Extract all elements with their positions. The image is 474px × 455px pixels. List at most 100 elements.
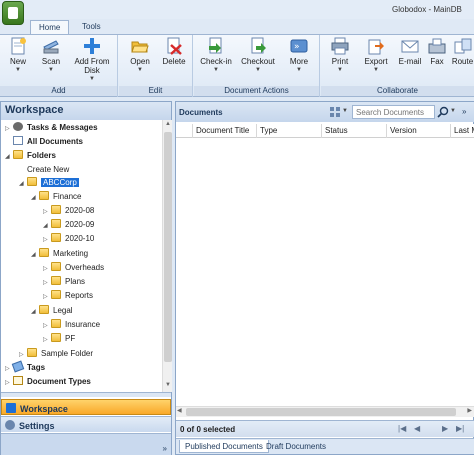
scroll-left-icon[interactable]: ◀ bbox=[177, 407, 182, 414]
group-collaborate: Print ▼ Export ▼ E-mail Fax Route Collab… bbox=[321, 35, 474, 97]
add-from-disk-button[interactable]: Add From Disk ▼ bbox=[70, 37, 114, 84]
tab-draft-documents[interactable]: Draft Documents bbox=[261, 440, 331, 453]
tree-item-marketing[interactable]: ◢ Marketing bbox=[31, 247, 88, 260]
open-button[interactable]: Open ▼ bbox=[125, 37, 155, 75]
tree-item-all-documents[interactable]: All Documents bbox=[13, 135, 83, 148]
tree-item-label: All Documents bbox=[27, 137, 84, 146]
tree-item-plans[interactable]: ▷ Plans bbox=[43, 275, 85, 288]
status-bar: 0 of 0 selected |◀ ◀ ▶ ▶| bbox=[176, 420, 474, 437]
tree-item-document-types[interactable]: ▷ Document Types bbox=[5, 375, 91, 388]
tree-item-folders[interactable]: ◢ Folders bbox=[5, 149, 56, 162]
expand-icon[interactable]: ▷ bbox=[5, 377, 13, 390]
first-page-icon[interactable]: |◀ bbox=[398, 424, 406, 433]
chevron-down-icon: ▼ bbox=[15, 67, 21, 73]
tab-published-documents[interactable]: Published Documents bbox=[179, 440, 269, 453]
scroll-up-icon[interactable]: ▲ bbox=[164, 121, 172, 130]
tree-item-insurance[interactable]: ▷ Insurance bbox=[43, 318, 100, 331]
tree-item-overheads[interactable]: ▷ Overheads bbox=[43, 261, 104, 274]
tag-icon bbox=[11, 360, 25, 373]
scrollbar-thumb[interactable] bbox=[164, 132, 172, 362]
check-in-button[interactable]: Check-in ▼ bbox=[198, 37, 234, 75]
expand-icon[interactable]: ▷ bbox=[5, 123, 13, 136]
expand-icon[interactable]: ▷ bbox=[43, 291, 51, 304]
tree-item-label: 2020-08 bbox=[65, 206, 95, 215]
more-button[interactable]: » More ▼ bbox=[284, 37, 314, 75]
tree-item-legal[interactable]: ◢ Legal bbox=[31, 304, 73, 317]
tree-item-label: Tags bbox=[27, 363, 46, 372]
horizontal-scrollbar[interactable]: ◀ ▶ bbox=[176, 406, 474, 417]
collapse-icon[interactable]: ◢ bbox=[31, 249, 39, 262]
panel-splitter[interactable] bbox=[1, 392, 171, 397]
route-button[interactable]: Route bbox=[451, 37, 474, 66]
print-button[interactable]: Print ▼ bbox=[325, 37, 355, 75]
fax-button[interactable]: Fax bbox=[426, 37, 448, 66]
nav-workspace-button[interactable]: Workspace bbox=[1, 399, 171, 415]
tree-item-finance[interactable]: ◢ Finance bbox=[31, 190, 81, 203]
previous-page-icon[interactable]: ◀ bbox=[414, 424, 420, 433]
search-input[interactable] bbox=[352, 105, 435, 119]
scrollbar-thumb[interactable] bbox=[186, 408, 456, 416]
tree-item-sample-folder[interactable]: ▷ Sample Folder bbox=[19, 347, 93, 360]
tree-item-label: Folders bbox=[27, 151, 56, 160]
tab-tools[interactable]: Tools bbox=[74, 20, 109, 34]
folder-icon bbox=[51, 290, 61, 299]
tree-item-2020-09[interactable]: ◢ 2020-09 bbox=[43, 218, 94, 231]
export-button[interactable]: Export ▼ bbox=[359, 37, 393, 75]
expand-icon[interactable]: ▷ bbox=[43, 234, 51, 247]
tree-item-tags[interactable]: ▷ Tags bbox=[5, 360, 46, 374]
document-tabs: Published Documents Draft Documents bbox=[176, 438, 474, 454]
last-page-icon[interactable]: ▶| bbox=[456, 424, 464, 433]
grid-view-icon[interactable] bbox=[330, 107, 340, 117]
tree-item-label: Overheads bbox=[65, 263, 105, 272]
scan-button[interactable]: Scan ▼ bbox=[36, 37, 66, 75]
checkout-button[interactable]: Checkout ▼ bbox=[238, 37, 278, 75]
chevron-down-icon: ▼ bbox=[89, 76, 95, 82]
scroll-down-icon[interactable]: ▼ bbox=[164, 382, 172, 391]
gear-icon bbox=[13, 122, 23, 131]
route-button-label: Route bbox=[451, 57, 474, 66]
delete-button[interactable]: Delete bbox=[159, 37, 189, 66]
tree-item-label: 2020-10 bbox=[65, 234, 95, 243]
more-icon: » bbox=[290, 39, 308, 53]
email-button-label: E-mail bbox=[398, 57, 422, 66]
column-document-title[interactable]: Document Title bbox=[193, 124, 257, 138]
tree-item-reports[interactable]: ▷ Reports bbox=[43, 289, 93, 302]
tree-item-tasks[interactable]: ▷ Tasks & Messages bbox=[5, 121, 98, 134]
chevron-down-icon[interactable]: ▼ bbox=[342, 108, 348, 114]
workspace-tree: ▷ Tasks & Messages All Documents ◢ Folders… bbox=[1, 120, 161, 392]
folder-icon bbox=[13, 150, 23, 159]
tree-item-2020-10[interactable]: ▷ 2020-10 bbox=[43, 232, 94, 245]
collapse-icon[interactable]: ◢ bbox=[31, 306, 39, 319]
tree-item-2020-08[interactable]: ▷ 2020-08 bbox=[43, 204, 94, 217]
chevron-down-icon[interactable]: ▼ bbox=[450, 108, 456, 114]
search-icon[interactable] bbox=[437, 106, 449, 118]
nav-settings-button[interactable]: Settings bbox=[1, 416, 171, 432]
folder-icon bbox=[51, 333, 61, 342]
column-last-modified[interactable]: Last M bbox=[451, 124, 474, 138]
column-version[interactable]: Version bbox=[387, 124, 451, 138]
folder-icon bbox=[39, 191, 49, 200]
new-button[interactable]: New ▼ bbox=[4, 37, 32, 75]
column-status[interactable]: Status bbox=[322, 124, 387, 138]
check-in-icon bbox=[209, 37, 222, 54]
scroll-right-icon[interactable]: ▶ bbox=[467, 407, 472, 414]
collapse-icon[interactable]: ◢ bbox=[5, 151, 13, 164]
email-button[interactable]: E-mail bbox=[398, 37, 422, 66]
route-icon bbox=[454, 38, 471, 54]
tree-item-abccorp[interactable]: ◢ ABCCorp bbox=[19, 176, 79, 189]
collapse-icon[interactable]: ◢ bbox=[19, 178, 27, 191]
tree-item-label: Insurance bbox=[65, 320, 101, 329]
tab-home[interactable]: Home bbox=[30, 20, 70, 34]
expand-icon[interactable]: ▷ bbox=[43, 334, 51, 347]
checkout-button-label: Checkout bbox=[241, 57, 275, 66]
collapse-panel-icon[interactable]: » bbox=[462, 107, 466, 116]
next-page-icon[interactable]: ▶ bbox=[442, 424, 448, 433]
tree-item-create-new[interactable]: Create New bbox=[27, 163, 69, 176]
chevron-down-icon[interactable]: » bbox=[163, 444, 167, 453]
column-type[interactable]: Type bbox=[257, 124, 322, 138]
workspace-scrollbar[interactable]: ▲ ▼ bbox=[162, 120, 172, 392]
select-column[interactable] bbox=[176, 124, 193, 138]
collapse-icon[interactable]: ◢ bbox=[31, 192, 39, 205]
group-edit: Open ▼ Delete Edit bbox=[119, 35, 193, 97]
tree-item-pf[interactable]: ▷ PF bbox=[43, 332, 75, 345]
